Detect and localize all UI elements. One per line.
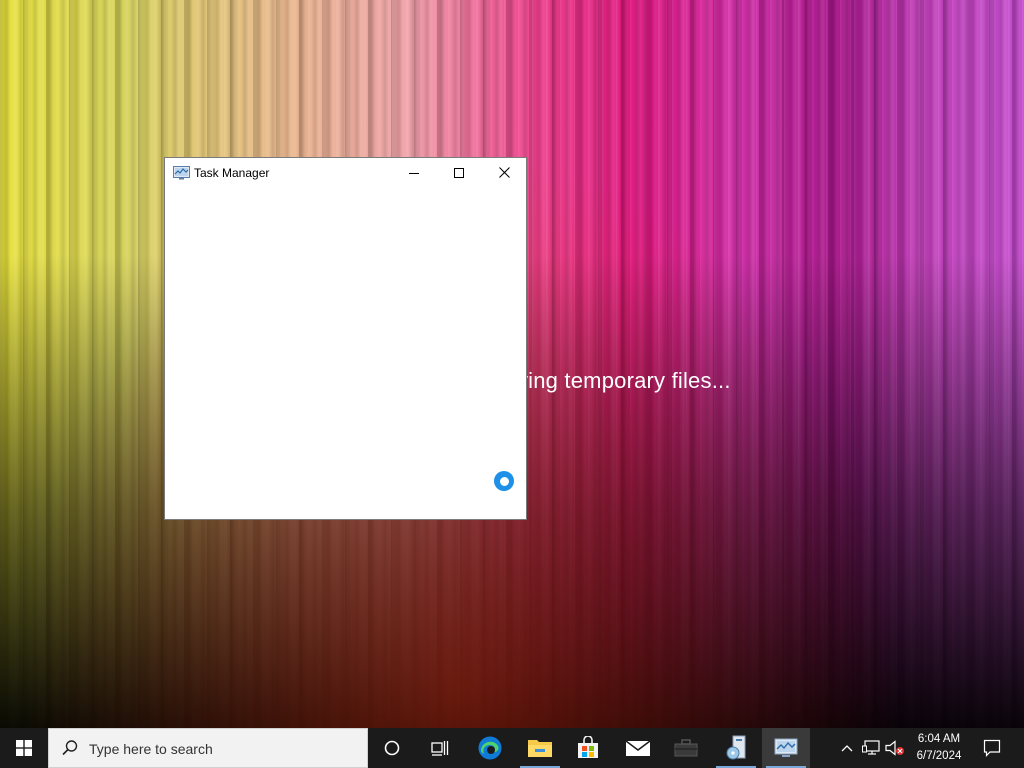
search-icon bbox=[62, 740, 78, 756]
maximize-icon bbox=[454, 167, 464, 178]
media-setup-button[interactable] bbox=[712, 728, 760, 768]
task-manager-taskbar-button[interactable] bbox=[762, 728, 810, 768]
network-button[interactable] bbox=[860, 728, 882, 768]
task-manager-window[interactable]: Task Manager bbox=[164, 157, 527, 520]
task-manager-icon bbox=[774, 738, 798, 757]
media-icon bbox=[726, 735, 746, 760]
task-view-icon bbox=[431, 741, 449, 756]
start-button[interactable] bbox=[0, 728, 48, 768]
close-icon bbox=[498, 167, 510, 178]
volume-muted-icon bbox=[885, 740, 904, 756]
mail-button[interactable] bbox=[614, 728, 662, 768]
task-manager-icon bbox=[173, 166, 190, 180]
store-button[interactable] bbox=[564, 728, 612, 768]
folder-icon bbox=[528, 740, 552, 757]
taskbar: Type here to search 6:04 AM 6/7/2024 bbox=[0, 728, 1024, 768]
minimize-icon bbox=[409, 172, 419, 174]
title-bar[interactable]: Task Manager bbox=[165, 158, 526, 187]
notification-icon bbox=[983, 739, 1001, 757]
cortana-button[interactable] bbox=[368, 728, 416, 768]
chevron-up-icon bbox=[841, 745, 853, 752]
mail-icon bbox=[625, 740, 651, 756]
loading-spinner-icon bbox=[494, 471, 514, 491]
clock-time: 6:04 AM bbox=[917, 733, 961, 745]
window-title: Task Manager bbox=[194, 166, 270, 180]
minimize-button[interactable] bbox=[391, 158, 437, 187]
toolbox-button[interactable] bbox=[662, 728, 710, 768]
edge-button[interactable] bbox=[466, 728, 514, 768]
clock-date: 6/7/2024 bbox=[916, 750, 962, 762]
network-icon bbox=[862, 740, 880, 755]
maximize-button[interactable] bbox=[436, 158, 482, 187]
task-view-button[interactable] bbox=[416, 728, 464, 768]
search-box[interactable]: Type here to search bbox=[48, 728, 368, 768]
file-explorer-button[interactable] bbox=[516, 728, 564, 768]
edge-icon bbox=[478, 736, 502, 760]
search-placeholder: Type here to search bbox=[89, 741, 213, 757]
action-center-button[interactable] bbox=[976, 728, 1008, 768]
toolbox-icon bbox=[674, 739, 698, 757]
clock[interactable]: 6:04 AM 6/7/2024 bbox=[908, 728, 970, 768]
windows-logo-icon bbox=[16, 740, 32, 756]
circle-icon bbox=[384, 740, 400, 756]
show-hidden-icons-button[interactable] bbox=[838, 728, 856, 768]
close-button[interactable] bbox=[481, 158, 527, 187]
volume-button[interactable] bbox=[884, 728, 906, 768]
store-icon bbox=[578, 736, 598, 758]
